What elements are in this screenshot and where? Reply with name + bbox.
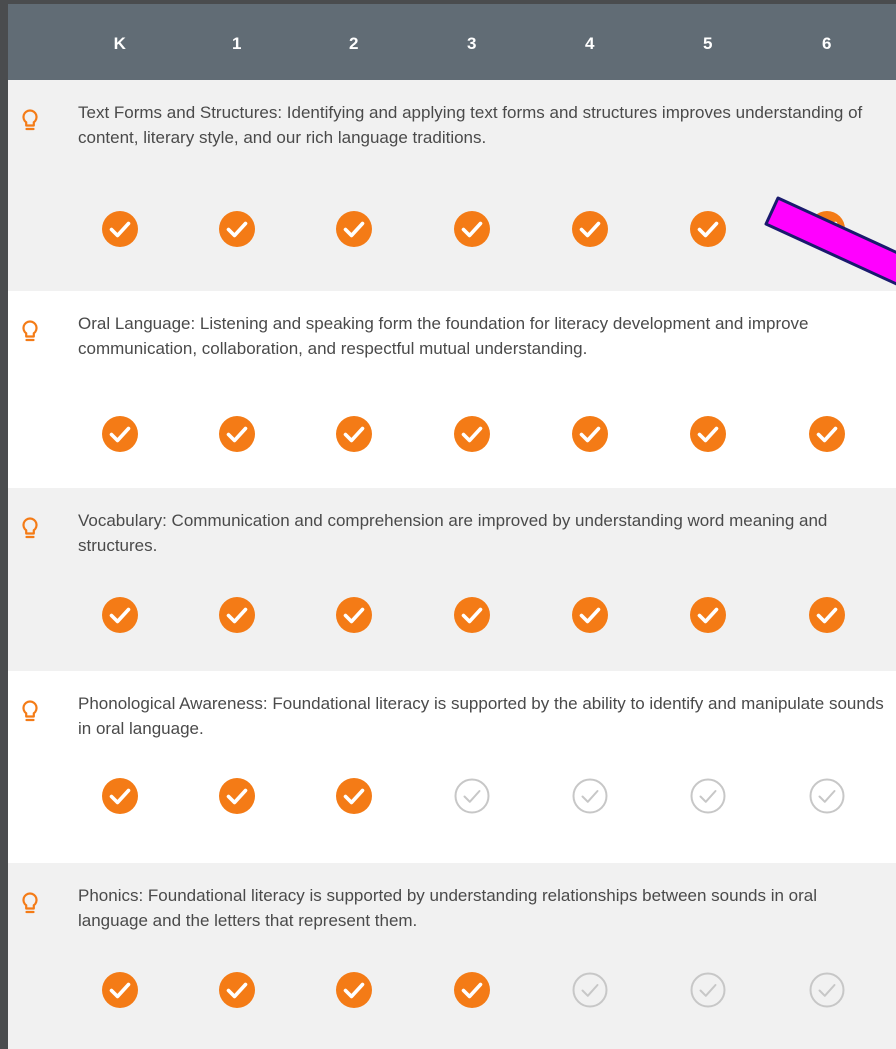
check-circle-filled-icon <box>572 597 608 633</box>
big-idea-row: Phonological Awareness: Foundational lit… <box>8 671 896 863</box>
grade-label-3: 3 <box>467 34 477 53</box>
grade-label-6: 6 <box>822 34 832 53</box>
check-circle-filled-icon <box>219 416 255 452</box>
check-circle-outline-icon <box>809 778 845 814</box>
big-idea-text: Phonological Awareness: Foundational lit… <box>78 694 884 738</box>
big-idea-row: Oral Language: Listening and speaking fo… <box>8 291 896 488</box>
grade-label-5: 5 <box>703 34 713 53</box>
check-circle-filled-icon <box>809 416 845 452</box>
grade-label-4: 4 <box>585 34 595 53</box>
lightbulb-icon <box>22 320 38 342</box>
check-circle-filled-icon <box>102 778 138 814</box>
check-circle-outline-icon <box>690 778 726 814</box>
lightbulb-icon <box>22 892 38 914</box>
lightbulb-icon <box>22 517 38 539</box>
check-circle-outline-icon <box>690 972 726 1008</box>
check-circle-filled-icon <box>454 416 490 452</box>
check-circle-filled-icon <box>690 211 726 247</box>
big-idea-text: Vocabulary: Communication and comprehens… <box>78 511 828 555</box>
big-idea-text: Oral Language: Listening and speaking fo… <box>78 314 809 358</box>
check-circle-filled-icon <box>336 211 372 247</box>
check-circle-outline-icon <box>572 972 608 1008</box>
grade-label-1: 1 <box>232 34 242 53</box>
check-circle-filled-icon <box>572 211 608 247</box>
check-circle-filled-icon <box>454 211 490 247</box>
grade-label-k: K <box>113 34 127 53</box>
check-circle-filled-icon <box>454 972 490 1008</box>
check-circle-filled-icon <box>219 972 255 1008</box>
check-circle-outline-icon <box>572 778 608 814</box>
check-circle-filled-icon <box>102 972 138 1008</box>
check-circle-filled-icon <box>219 597 255 633</box>
check-circle-filled-icon <box>219 211 255 247</box>
big-idea-text: Text Forms and Structures: Identifying a… <box>78 103 863 147</box>
check-circle-filled-icon <box>102 416 138 452</box>
grade-header: K 1 2 3 4 5 6 <box>8 4 896 80</box>
check-circle-filled-icon <box>809 211 845 247</box>
check-circle-filled-icon <box>454 597 490 633</box>
grade-label-2: 2 <box>349 34 359 53</box>
check-circle-filled-icon <box>572 416 608 452</box>
check-circle-filled-icon <box>219 778 255 814</box>
lightbulb-icon <box>22 700 38 722</box>
check-circle-filled-icon <box>102 597 138 633</box>
check-circle-filled-icon <box>336 416 372 452</box>
lightbulb-icon <box>22 109 38 131</box>
big-idea-row: Phonics: Foundational literacy is suppor… <box>8 863 896 1049</box>
check-circle-outline-icon <box>809 972 845 1008</box>
check-circle-filled-icon <box>336 597 372 633</box>
check-circle-outline-icon <box>454 778 490 814</box>
big-idea-row: Text Forms and Structures: Identifying a… <box>8 80 896 291</box>
big-idea-row: Vocabulary: Communication and comprehens… <box>8 488 896 671</box>
check-circle-filled-icon <box>336 778 372 814</box>
check-circle-filled-icon <box>690 597 726 633</box>
check-circle-filled-icon <box>102 211 138 247</box>
check-circle-filled-icon <box>809 597 845 633</box>
check-circle-filled-icon <box>690 416 726 452</box>
big-idea-text: Phonics: Foundational literacy is suppor… <box>78 886 818 930</box>
curriculum-grade-matrix: K 1 2 3 4 5 6 Text Forms and Structures: Ident… <box>8 4 896 1049</box>
check-circle-filled-icon <box>336 972 372 1008</box>
